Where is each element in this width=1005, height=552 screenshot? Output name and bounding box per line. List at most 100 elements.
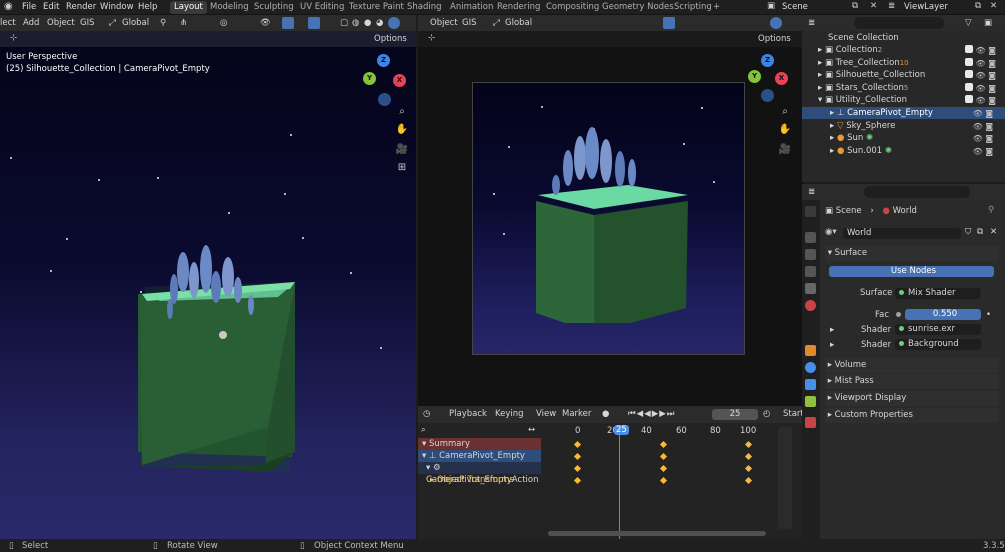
view-layer-tab-icon[interactable] [805,266,816,277]
outliner-editor-icon[interactable]: ≣ [808,18,815,28]
material-shading-icon[interactable]: ◕ [376,18,383,28]
rendered-shading-icon[interactable] [388,17,400,29]
record-icon[interactable]: ● [602,409,609,419]
shader1-field[interactable]: sunrise.exr [895,324,981,335]
panel-surface[interactable]: ▾ Surface [825,246,999,261]
fac-slider[interactable]: 0.550 [905,309,981,320]
surface-shader-field[interactable]: Mix Shader [895,288,981,299]
add-workspace-button[interactable]: + [713,2,720,12]
wireframe-shading-icon[interactable]: ◍ [352,18,359,28]
delete-view-layer-icon[interactable]: ✕ [990,1,997,11]
menu-gis[interactable]: GIS [80,18,95,28]
gizmo-toggle-icon-right[interactable] [663,17,675,29]
use-nodes-button[interactable]: Use Nodes [829,266,994,277]
menu-marker[interactable]: Marker [562,409,591,419]
tab-compositing[interactable]: Compositing [546,2,599,12]
gizmo-z-icon-right[interactable]: Z [761,54,774,67]
tool-tab-icon[interactable] [805,206,816,217]
channel-summary[interactable]: ▾ Summary [418,438,541,450]
panel-mist-pass[interactable]: ▸ Mist Pass [825,374,999,389]
gizmo-neg-z-icon[interactable] [378,93,391,106]
menu-help[interactable]: Help [138,2,157,12]
transform-orientation-select-right[interactable]: Global [505,18,532,28]
playback-controls[interactable]: ⏮◀◀▶▶⏭ [628,409,675,419]
pan-hand-icon[interactable]: ✋ [395,123,409,137]
outliner-item-sun[interactable]: ▸ ● Sun ✺ [830,132,873,144]
outliner-visibility-columns[interactable]: 👁 ◙ 👁 ◙ 👁 ◙ 👁 ◙ 👁 ◙ 👁 ◙ 👁 ◙ 👁 ◙ 👁 ◙ [965,45,996,158]
object-tab-icon[interactable] [805,345,816,356]
channel-transforms[interactable]: ▸ Object Transforms [418,474,541,486]
fake-user-icon[interactable]: ⛉ [965,227,971,237]
menu-playback[interactable]: Playback [449,409,487,419]
constraints-tab-icon[interactable] [805,379,816,390]
shader2-field[interactable]: Background [895,339,981,350]
channel-object[interactable]: ▾ ⊥ CameraPivot_Empty [418,450,541,462]
panel-volume[interactable]: ▸ Volume [825,358,999,373]
tab-uv-editing[interactable]: UV Editing [300,2,344,12]
delete-scene-icon[interactable]: ✕ [870,1,877,11]
scene-selector[interactable]: Scene [782,2,808,12]
timeline-scrollbar[interactable] [548,531,766,536]
outliner-search-input[interactable] [854,17,944,29]
editor-type-icon[interactable]: ◷ [423,409,430,419]
menu-window[interactable]: Window [100,2,134,12]
panel-viewport-display[interactable]: ▸ Viewport Display [825,391,999,406]
menu-render[interactable]: Render [66,2,96,12]
world-tab-icon[interactable] [805,300,816,311]
copy-view-layer-icon[interactable]: ⧉ [975,1,981,11]
zoom-icon[interactable]: ⌕ [395,105,409,119]
unlink-world-icon[interactable]: ✕ [990,227,997,237]
tab-scripting[interactable]: Scripting [674,2,712,12]
tab-shading[interactable]: Shading [407,2,442,12]
outliner-item-sun001[interactable]: ▸ ● Sun.001 ✺ [830,145,892,157]
overlay-toggle-icon[interactable] [308,17,320,29]
tab-geometry-nodes[interactable]: Geometry Nodes [602,2,674,12]
menu-view-timeline[interactable]: View [536,409,556,419]
texture-tab-icon[interactable] [805,417,816,428]
menu-object-right[interactable]: Object [430,18,458,28]
search-icon[interactable]: ⌕ [421,425,426,435]
transform-gizmo-icon-right[interactable]: ⊹ [428,33,435,43]
menu-add[interactable]: Add [23,18,39,28]
menu-gis-right[interactable]: GIS [462,18,477,28]
menu-edit[interactable]: Edit [43,2,59,12]
current-frame-field[interactable]: 25 [712,409,758,420]
shader2-expand-icon[interactable]: ▸ [830,340,834,350]
tab-layout[interactable]: Layout [170,1,207,14]
gizmo-toggle-icon[interactable] [282,17,294,29]
options-button[interactable]: Options [374,34,407,44]
tab-rendering[interactable]: Rendering [497,2,540,12]
panel-custom-properties[interactable]: ▸ Custom Properties [825,408,999,423]
filter-icon[interactable]: ▽ [965,18,972,28]
duplicate-world-icon[interactable]: ⧉ [977,227,983,237]
tab-sculpting[interactable]: Sculpting [254,2,294,12]
playhead-frame[interactable]: 25 [614,425,629,435]
view-layer-selector[interactable]: ViewLayer [904,2,948,12]
transform-orientation-icon-right[interactable]: ⤢ [493,18,500,28]
xray-icon[interactable]: ▢ [340,18,348,28]
camera-view-icon-right[interactable]: 🎥 [778,143,792,157]
properties-editor-icon[interactable]: ≣ [808,187,815,197]
zoom-icon-right[interactable]: ⌕ [778,105,792,119]
gizmo-y-icon-right[interactable]: Y [748,70,761,83]
physics-tab-icon[interactable] [805,362,816,373]
visibility-icon[interactable]: 👁 [260,18,271,28]
timeline-body[interactable]: ⌕ ↔ 0 20 25 40 60 80 100 ▾ Summary ▾ ⊥ C… [418,423,803,539]
fac-keyframe-dot[interactable]: • [986,310,991,320]
blender-logo-icon[interactable]: ◉ [4,1,13,12]
tab-texture-paint[interactable]: Texture Paint [349,2,404,12]
tab-modeling[interactable]: Modeling [210,2,249,12]
menu-select[interactable]: lect [0,18,16,28]
gizmo-x-icon-right[interactable]: X [775,72,788,85]
properties-search-input[interactable] [864,186,970,198]
shader1-expand-icon[interactable]: ▸ [830,325,834,335]
data-tab-icon[interactable] [805,396,816,407]
new-collection-icon[interactable]: ▣ [984,18,992,28]
scene-tab-icon[interactable] [805,283,816,294]
world-browse-icon[interactable]: ◉▾ [825,227,841,239]
tab-animation[interactable]: Animation [450,2,493,12]
gizmo-y-icon[interactable]: Y [363,72,376,85]
rendered-shading-icon-right[interactable] [770,17,782,29]
pin-icon[interactable]: ⚲ [988,205,994,215]
options-button-right[interactable]: Options [758,34,791,44]
